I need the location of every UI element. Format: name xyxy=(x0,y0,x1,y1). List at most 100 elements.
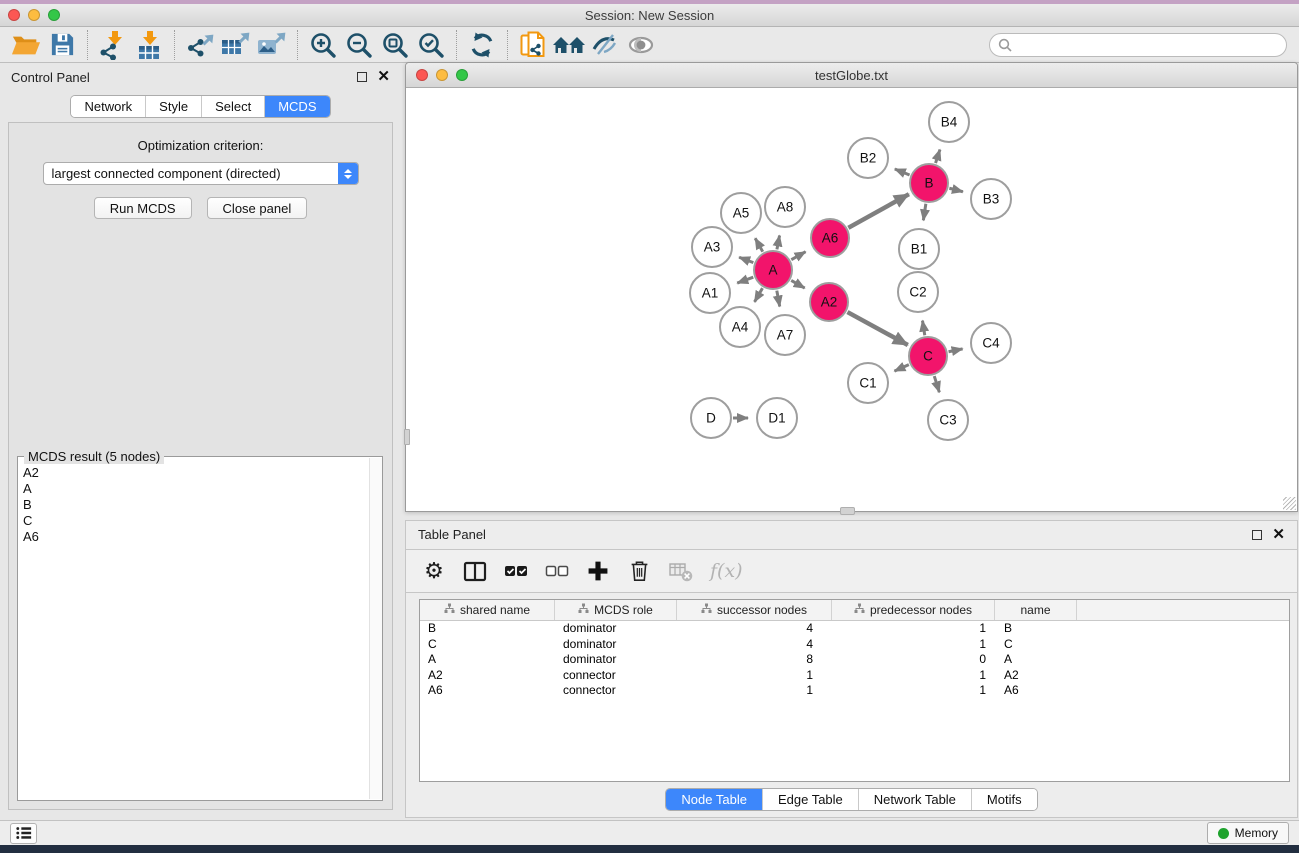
float-panel-icon[interactable] xyxy=(357,72,367,82)
graph-edge-A-A5[interactable] xyxy=(755,238,763,251)
table-row[interactable]: A2connector11A2 xyxy=(420,668,1289,684)
table-row[interactable]: Bdominator41B xyxy=(420,621,1289,637)
network-canvas[interactable]: B4 B2 B B3 B1C2 A5A8A6 A3 A A1 A2 A4A7 C C1 C4C3 D D1 xyxy=(406,89,1297,511)
add-column-button[interactable] xyxy=(586,556,610,586)
graph-edge-A-A8[interactable] xyxy=(777,235,780,249)
tab-select[interactable]: Select xyxy=(202,96,265,117)
table-settings-button[interactable]: ⚙ xyxy=(422,556,446,586)
close-panel-icon[interactable]: ✕ xyxy=(377,72,390,82)
import-table-button[interactable] xyxy=(131,29,167,61)
columns-button[interactable] xyxy=(463,556,487,586)
graph-node-A8[interactable]: A8 xyxy=(765,187,805,227)
graph-edge-B-B2[interactable] xyxy=(895,169,910,175)
graph-edge-B-B3[interactable] xyxy=(949,188,963,192)
graph-edge-A-A2[interactable] xyxy=(791,280,804,288)
graph-edge-A6-B[interactable] xyxy=(848,194,909,228)
tab-edge-table[interactable]: Edge Table xyxy=(763,789,859,810)
graph-edge-C-C1[interactable] xyxy=(894,365,908,371)
window-resize-grip[interactable] xyxy=(1283,497,1296,510)
graph-node-B4[interactable]: B4 xyxy=(929,102,969,142)
table-row[interactable]: Cdominator41C xyxy=(420,637,1289,653)
mcds-result-item[interactable]: A2 xyxy=(23,465,382,481)
graph-edge-B-B1[interactable] xyxy=(923,204,926,221)
memory-button[interactable]: Memory xyxy=(1207,822,1289,844)
column-header-shared-name[interactable]: shared name xyxy=(420,600,555,620)
delete-column-button[interactable] xyxy=(627,556,651,586)
run-mcds-button[interactable]: Run MCDS xyxy=(94,197,192,219)
graph-node-A6[interactable]: A6 xyxy=(811,219,849,257)
graph-edge-A2-C[interactable] xyxy=(847,312,907,345)
tab-mcds[interactable]: MCDS xyxy=(265,96,329,117)
close-table-panel-icon[interactable]: ✕ xyxy=(1272,530,1285,540)
tab-network[interactable]: Network xyxy=(71,96,146,117)
column-header-predecessor-nodes[interactable]: predecessor nodes xyxy=(832,600,995,620)
show-eye-button[interactable] xyxy=(623,29,659,61)
import-network-button[interactable] xyxy=(95,29,131,61)
search-input[interactable] xyxy=(1017,37,1278,52)
graph-node-A4[interactable]: A4 xyxy=(720,307,760,347)
graph-edge-A-A1[interactable] xyxy=(737,277,753,283)
graph-node-B[interactable]: B xyxy=(910,164,948,202)
graph-node-C3[interactable]: C3 xyxy=(928,400,968,440)
refresh-button[interactable] xyxy=(464,29,500,61)
mcds-result-item[interactable]: B xyxy=(23,497,382,513)
home-button[interactable] xyxy=(551,29,587,61)
zoom-selected-button[interactable] xyxy=(413,29,449,61)
graph-edge-C-C2[interactable] xyxy=(922,321,924,336)
result-scrollbar[interactable] xyxy=(369,458,382,799)
mcds-result-list[interactable]: A2ABCA6 xyxy=(18,457,382,545)
float-table-panel-icon[interactable] xyxy=(1252,530,1262,540)
tab-network-table[interactable]: Network Table xyxy=(859,789,972,810)
task-history-button[interactable] xyxy=(10,823,37,844)
mcds-result-item[interactable]: C xyxy=(23,513,382,529)
deselect-all-button[interactable] xyxy=(545,556,569,586)
open-session-button[interactable] xyxy=(8,29,44,61)
graph-node-A3[interactable]: A3 xyxy=(692,227,732,267)
export-network-button[interactable] xyxy=(182,29,218,61)
graph-edge-A-A4[interactable] xyxy=(755,288,763,302)
tab-motifs[interactable]: Motifs xyxy=(972,789,1037,810)
graph-node-C2[interactable]: C2 xyxy=(898,272,938,312)
graph-node-C[interactable]: C xyxy=(909,337,947,375)
mcds-result-item[interactable]: A6 xyxy=(23,529,382,545)
export-table-button[interactable] xyxy=(218,29,254,61)
tab-node-table[interactable]: Node Table xyxy=(666,789,763,810)
graph-edge-A-A3[interactable] xyxy=(739,257,753,262)
zoom-in-button[interactable] xyxy=(305,29,341,61)
graph-node-B3[interactable]: B3 xyxy=(971,179,1011,219)
destroy-table-button[interactable] xyxy=(668,556,693,586)
zoom-out-button[interactable] xyxy=(341,29,377,61)
duplicate-network-button[interactable] xyxy=(515,29,551,61)
column-header-name[interactable]: name xyxy=(995,600,1077,620)
graph-node-C4[interactable]: C4 xyxy=(971,323,1011,363)
graph-edge-B-B4[interactable] xyxy=(936,150,940,163)
mcds-result-item[interactable]: A xyxy=(23,481,382,497)
select-all-button[interactable] xyxy=(504,556,528,586)
criterion-dropdown[interactable]: largest connected component (directed) xyxy=(43,162,359,185)
close-panel-button[interactable]: Close panel xyxy=(207,197,308,219)
graph-node-A[interactable]: A xyxy=(754,251,792,289)
graph-node-B2[interactable]: B2 xyxy=(848,138,888,178)
table-row[interactable]: A6connector11A6 xyxy=(420,683,1289,699)
search-field[interactable] xyxy=(989,33,1287,57)
graph-node-D1[interactable]: D1 xyxy=(757,398,797,438)
graph-node-A5[interactable]: A5 xyxy=(721,193,761,233)
function-builder-button[interactable]: f(x) xyxy=(710,556,743,586)
column-header-successor-nodes[interactable]: successor nodes xyxy=(677,600,832,620)
graph-node-B1[interactable]: B1 xyxy=(899,229,939,269)
graph-node-A1[interactable]: A1 xyxy=(690,273,730,313)
graph-node-D[interactable]: D xyxy=(691,398,731,438)
column-header-mcds-role[interactable]: MCDS role xyxy=(555,600,677,620)
zoom-fit-button[interactable] xyxy=(377,29,413,61)
export-image-button[interactable] xyxy=(254,29,290,61)
graph-node-C1[interactable]: C1 xyxy=(848,363,888,403)
hide-graphics-details-button[interactable] xyxy=(587,29,623,61)
graph-node-A7[interactable]: A7 xyxy=(765,315,805,355)
save-session-button[interactable] xyxy=(44,29,80,61)
table-row[interactable]: Adominator80A xyxy=(420,652,1289,668)
splitter-handle-left[interactable] xyxy=(404,429,410,445)
splitter-handle-bottom[interactable] xyxy=(840,507,855,515)
tab-style[interactable]: Style xyxy=(146,96,202,117)
graph-edge-A-A7[interactable] xyxy=(777,291,780,307)
graph-node-A2[interactable]: A2 xyxy=(810,283,848,321)
